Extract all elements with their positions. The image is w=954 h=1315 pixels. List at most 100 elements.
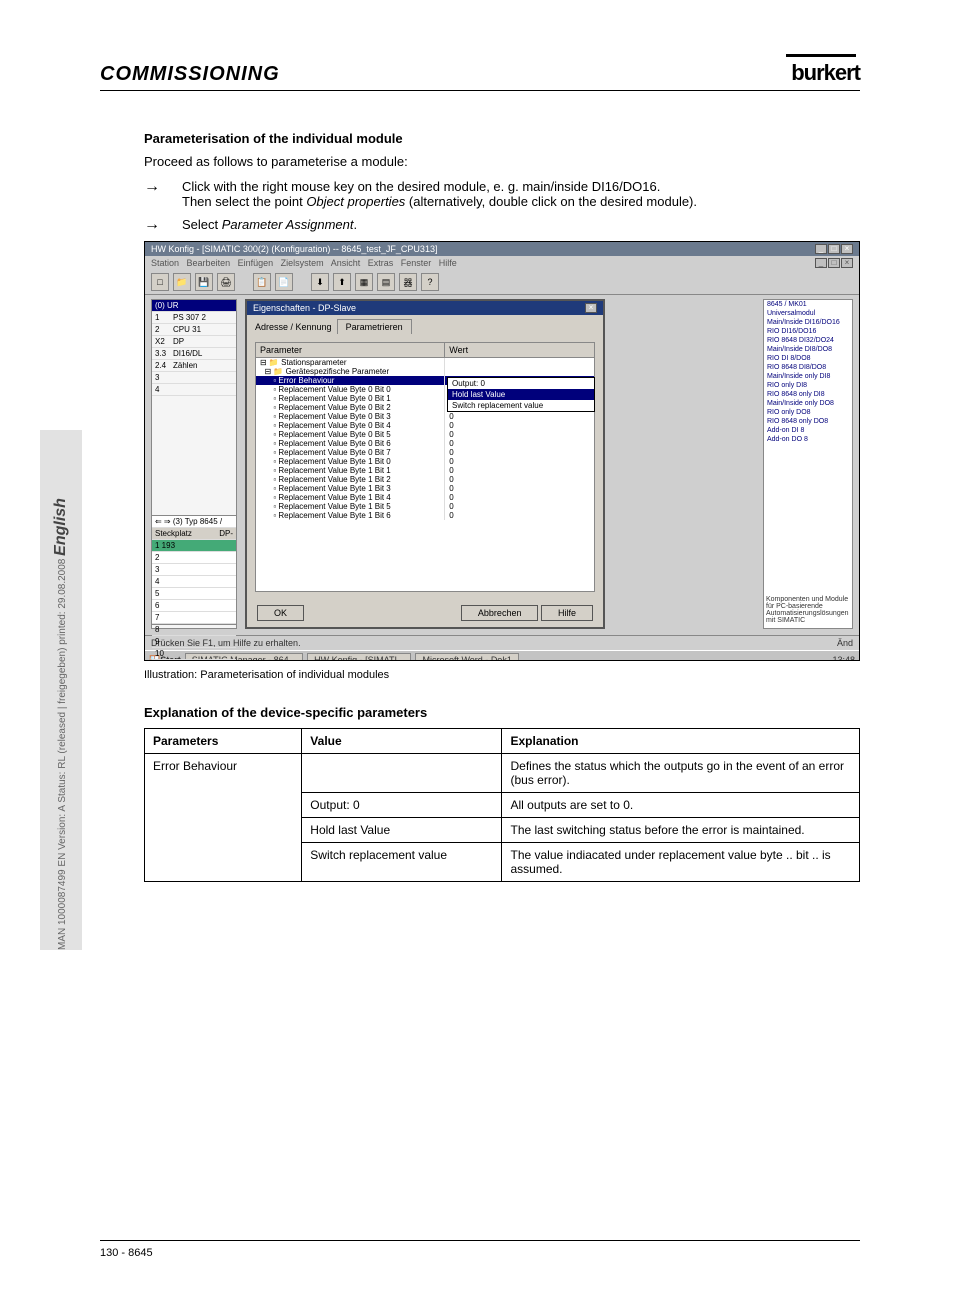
ok-button[interactable]: OK	[257, 605, 304, 621]
rack-row[interactable]: 2CPU 31	[152, 324, 236, 336]
td-value-0	[302, 754, 502, 793]
menu-extras[interactable]: Extras	[368, 258, 394, 268]
catalog-item[interactable]: RIO 8648 only DI8	[764, 390, 852, 399]
catalog-item[interactable]: 8645 / MK01	[764, 300, 852, 309]
catalog-item[interactable]: RIO DI16/DO16	[764, 327, 852, 336]
catalog-item[interactable]: RIO 8648 only DO8	[764, 417, 852, 426]
slot-row[interactable]: 5	[152, 588, 236, 600]
toolbar-help-icon[interactable]: ?	[421, 273, 439, 291]
dropdown-opt-1[interactable]: Hold last Value	[448, 389, 594, 400]
param-row[interactable]: ▫ Replacement Value Byte 1 Bit 50	[256, 502, 594, 511]
minimize-icon[interactable]: _	[815, 244, 827, 254]
table-heading: Explanation of the device-specific param…	[144, 705, 860, 720]
maximize-icon[interactable]: □	[828, 244, 840, 254]
td-value-2: Hold last Value	[302, 818, 502, 843]
toolbar-download-icon[interactable]: ⬇	[311, 273, 329, 291]
catalog-item[interactable]: Universalmodul	[764, 309, 852, 318]
param-row[interactable]: ▫ Replacement Value Byte 1 Bit 60	[256, 511, 594, 520]
catalog-item[interactable]: RIO only DO8	[764, 408, 852, 417]
toolbar-copy-icon[interactable]: 📋	[253, 273, 271, 291]
slot-row[interactable]: 1 193	[152, 540, 236, 552]
slot-row[interactable]: 4	[152, 576, 236, 588]
rack-row[interactable]: 3	[152, 372, 236, 384]
catalog-item[interactable]: RIO DI 8/DO8	[764, 354, 852, 363]
catalog-item[interactable]: RIO 8648 DI8/DO8	[764, 363, 852, 372]
rack-row[interactable]: 2.4Zählen	[152, 360, 236, 372]
slot-row[interactable]: 2	[152, 552, 236, 564]
menubar: Station Bearbeiten Einfügen Zielsystem A…	[145, 256, 859, 270]
side-language: English	[52, 498, 69, 556]
param-row[interactable]: ▫ Replacement Value Byte 0 Bit 60	[256, 439, 594, 448]
bullet-1: → Click with the right mouse key on the …	[144, 179, 860, 209]
dropdown-opt-0[interactable]: Output: 0	[448, 378, 594, 389]
param-row[interactable]: ▫ Replacement Value Byte 1 Bit 00	[256, 457, 594, 466]
catalog-item[interactable]: Main/Inside DI16/DO16	[764, 318, 852, 327]
dialog-close-icon[interactable]: ×	[585, 303, 597, 313]
toolbar-print-icon[interactable]: 🖨	[217, 273, 235, 291]
rack-row[interactable]: 1PS 307 2	[152, 312, 236, 324]
tab-adresse[interactable]: Adresse / Kennung	[255, 322, 332, 332]
taskbar-item-2[interactable]: Microsoft Word - Dok1	[415, 653, 518, 661]
toolbar-save-icon[interactable]: 💾	[195, 273, 213, 291]
param-row[interactable]: ▫ Replacement Value Byte 1 Bit 40	[256, 493, 594, 502]
catalog-item[interactable]: Main/Inside only DI8	[764, 372, 852, 381]
inner-maximize-icon[interactable]: □	[828, 258, 840, 268]
arrow-icon: →	[144, 217, 162, 233]
grid-header-wert: Wert	[445, 343, 594, 357]
cancel-button[interactable]: Abbrechen	[461, 605, 539, 621]
tab-parametrieren[interactable]: Parametrieren	[337, 319, 412, 334]
menu-einfuegen[interactable]: Einfügen	[238, 258, 274, 268]
toolbar-upload-icon[interactable]: ⬆	[333, 273, 351, 291]
toolbar-open-icon[interactable]: 📁	[173, 273, 191, 291]
toolbar-view-icon[interactable]: ▤	[377, 273, 395, 291]
slot-row[interactable]: 7	[152, 612, 236, 624]
catalog-item[interactable]: Add-on DO 8	[764, 435, 852, 444]
bullet-2-pre: Select	[182, 217, 222, 232]
window-titlebar: HW Konfig - [SIMATIC 300(2) (Konfigurati…	[145, 242, 859, 256]
help-button[interactable]: Hilfe	[541, 605, 593, 621]
param-row[interactable]: ▫ Replacement Value Byte 1 Bit 30	[256, 484, 594, 493]
inner-close-icon[interactable]: ×	[841, 258, 853, 268]
rack-row[interactable]: 4	[152, 384, 236, 396]
td-exp-2: The last switching status before the err…	[502, 818, 860, 843]
param-row[interactable]: ▫ Replacement Value Byte 0 Bit 40	[256, 421, 594, 430]
dropdown-opt-2[interactable]: Switch replacement value	[448, 400, 594, 411]
catalog-item[interactable]: Main/Inside only DO8	[764, 399, 852, 408]
param-row[interactable]: ▫ Replacement Value Byte 0 Bit 70	[256, 448, 594, 457]
slot-row[interactable]: 3	[152, 564, 236, 576]
rack-row[interactable]: X2DP	[152, 336, 236, 348]
toolbar-paste-icon[interactable]: 📄	[275, 273, 293, 291]
slot-row[interactable]: 8	[152, 624, 236, 636]
param-row[interactable]: ▫ Replacement Value Byte 1 Bit 20	[256, 475, 594, 484]
catalog-item[interactable]: Main/Inside DI8/DO8	[764, 345, 852, 354]
error-behaviour-dropdown[interactable]: Output: 0 Hold last Value Switch replace…	[447, 377, 595, 412]
menu-zielsystem[interactable]: Zielsystem	[281, 258, 324, 268]
catalog-item[interactable]: RIO only DI8	[764, 381, 852, 390]
slot-row[interactable]: 6	[152, 600, 236, 612]
taskbar-item-1[interactable]: HW Konfig - [SIMATI...	[307, 653, 411, 661]
menu-hilfe[interactable]: Hilfe	[439, 258, 457, 268]
tree-root[interactable]: Stationsparameter	[281, 358, 346, 367]
inner-minimize-icon[interactable]: _	[815, 258, 827, 268]
bullet-1-line2-em: Object properties	[306, 194, 405, 209]
slot-row[interactable]: 10	[152, 648, 236, 660]
toolbar-catalog-icon[interactable]: ▦	[355, 273, 373, 291]
menu-bearbeiten[interactable]: Bearbeiten	[187, 258, 231, 268]
catalog-item[interactable]: Add-on DI 8	[764, 426, 852, 435]
close-icon[interactable]: ×	[841, 244, 853, 254]
catalog-item[interactable]: RIO 8648 DI32/DO24	[764, 336, 852, 345]
menu-fenster[interactable]: Fenster	[401, 258, 432, 268]
param-row[interactable]: ▫ Replacement Value Byte 0 Bit 50	[256, 430, 594, 439]
param-row[interactable]: ▫ Replacement Value Byte 1 Bit 10	[256, 466, 594, 475]
menu-ansicht[interactable]: Ansicht	[331, 258, 361, 268]
toolbar-new-icon[interactable]: □	[151, 273, 169, 291]
slot-hdr-dp: DP-	[219, 529, 233, 538]
slot-row[interactable]: 9	[152, 636, 236, 648]
toolbar-network-icon[interactable]: 器	[399, 273, 417, 291]
rack-row[interactable]: 3.3DI16/DL	[152, 348, 236, 360]
doc-id: MAN 1000087499 EN Version: A Status: RL …	[57, 559, 68, 950]
tree-sub[interactable]: Gerätespezifische Parameter	[286, 367, 390, 376]
properties-dialog: Eigenschaften - DP-Slave × Adresse / Ken…	[245, 299, 605, 629]
menu-station[interactable]: Station	[151, 258, 179, 268]
param-row[interactable]: ▫ Replacement Value Byte 0 Bit 30	[256, 412, 594, 421]
